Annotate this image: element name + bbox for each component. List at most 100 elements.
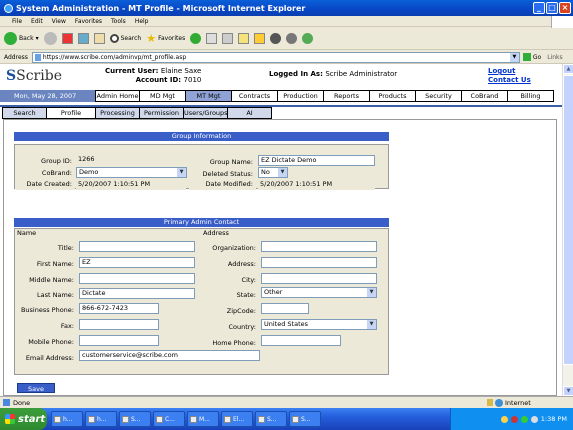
- scroll-up-icon[interactable]: ▲: [563, 64, 573, 74]
- go-button[interactable]: Go: [522, 53, 541, 61]
- taskbar-item[interactable]: S...: [255, 411, 287, 427]
- tray-icon[interactable]: [520, 415, 528, 423]
- address-input[interactable]: [261, 257, 377, 268]
- taskbar-item[interactable]: El...: [221, 411, 253, 427]
- menu-edit[interactable]: Edit: [31, 18, 43, 25]
- profile-content: Group Information Group ID: 1266 Group N…: [3, 119, 557, 396]
- web-page: SScribe Current User: Elaine Saxe Accoun…: [0, 64, 562, 396]
- home-icon[interactable]: [93, 33, 105, 44]
- first-name-input[interactable]: EZ: [79, 257, 195, 268]
- email-label: Email Address:: [15, 353, 77, 364]
- tab-processing[interactable]: Processing: [95, 107, 140, 119]
- taskbar-item[interactable]: h...: [85, 411, 117, 427]
- city-input[interactable]: [261, 273, 377, 284]
- tab-md-mgt[interactable]: MD Mgt: [139, 90, 186, 102]
- research-icon[interactable]: [286, 33, 298, 44]
- window-icon: [292, 415, 299, 423]
- search-button[interactable]: Search: [109, 34, 141, 43]
- taskbar-item[interactable]: C...: [153, 411, 185, 427]
- tab-ai[interactable]: AI: [227, 107, 272, 119]
- home-phone-label: Home Phone:: [201, 338, 259, 349]
- group-name-input[interactable]: EZ Dictate Demo: [258, 155, 375, 166]
- tab-security[interactable]: Security: [415, 90, 462, 102]
- tray-icon[interactable]: [510, 415, 518, 423]
- window-icon: [190, 415, 197, 423]
- forward-button[interactable]: [43, 32, 57, 45]
- window-icon: [122, 415, 129, 423]
- deleted-status-select[interactable]: No ▼: [258, 167, 288, 178]
- chevron-down-icon[interactable]: ▼: [509, 52, 519, 62]
- history-icon[interactable]: [190, 33, 202, 44]
- taskbar-item[interactable]: S...: [289, 411, 321, 427]
- address-column-header: Address: [201, 229, 386, 238]
- tab-mt-mgt[interactable]: MT Mgt: [185, 90, 232, 102]
- windows-logo-icon: [551, 16, 573, 28]
- back-button[interactable]: Back ▾: [4, 32, 39, 45]
- organization-input[interactable]: [261, 241, 377, 252]
- discuss-icon[interactable]: [254, 33, 266, 44]
- mobile-phone-label: Mobile Phone:: [15, 337, 77, 348]
- people-icon[interactable]: [302, 33, 314, 44]
- email-input[interactable]: customerservice@scribe.com: [79, 350, 260, 361]
- windows-taskbar: start h... h... S... C... M... El... S..…: [0, 408, 573, 430]
- taskbar-item[interactable]: M...: [187, 411, 219, 427]
- zipcode-input[interactable]: [261, 303, 309, 314]
- tab-production[interactable]: Production: [277, 90, 324, 102]
- title-input[interactable]: [79, 241, 195, 252]
- logout-link[interactable]: Logout: [488, 67, 531, 76]
- mobile-phone-input[interactable]: [79, 335, 159, 346]
- links-button[interactable]: Links: [547, 54, 562, 61]
- minimize-button[interactable]: _: [533, 2, 545, 14]
- vertical-scrollbar[interactable]: ▲ ▼: [562, 64, 573, 396]
- home-phone-input[interactable]: [261, 335, 341, 346]
- stop-icon[interactable]: [61, 33, 73, 44]
- taskbar-item[interactable]: S...: [119, 411, 151, 427]
- tab-cobrand[interactable]: CoBrand: [461, 90, 508, 102]
- current-user-name: Elaine Saxe: [160, 67, 202, 75]
- volume-icon[interactable]: [530, 415, 538, 423]
- mail-icon[interactable]: [206, 33, 218, 44]
- scroll-thumb[interactable]: [563, 75, 573, 365]
- search-icon: [109, 34, 119, 43]
- tab-permission[interactable]: Permission: [139, 107, 184, 119]
- print-icon[interactable]: [222, 33, 234, 44]
- menu-help[interactable]: Help: [135, 18, 149, 25]
- menu-favorites[interactable]: Favorites: [75, 18, 102, 25]
- close-button[interactable]: ×: [559, 2, 571, 14]
- tab-search[interactable]: Search: [2, 107, 47, 119]
- menu-file[interactable]: File: [12, 18, 22, 25]
- maximize-button[interactable]: □: [546, 2, 558, 14]
- menu-tools[interactable]: Tools: [111, 18, 126, 25]
- business-phone-input[interactable]: 866-672-7423: [79, 303, 159, 314]
- fax-input[interactable]: [79, 319, 159, 330]
- middle-name-input[interactable]: [79, 273, 195, 284]
- tab-contracts[interactable]: Contracts: [231, 90, 278, 102]
- address-input[interactable]: https://www.scribe.com/adminvp/mt_profil…: [31, 51, 520, 63]
- edit-icon[interactable]: [238, 33, 250, 44]
- tab-users-groups[interactable]: Users/Groups: [183, 107, 228, 119]
- taskbar-item[interactable]: h...: [51, 411, 83, 427]
- country-select[interactable]: United States ▼: [261, 319, 377, 330]
- scroll-down-icon[interactable]: ▼: [563, 386, 573, 396]
- state-label: State:: [201, 290, 259, 301]
- refresh-icon[interactable]: [77, 33, 89, 44]
- state-select[interactable]: Other ▼: [261, 287, 377, 298]
- cobrand-select[interactable]: Demo ▼: [76, 167, 187, 178]
- contact-us-link[interactable]: Contact Us: [488, 76, 531, 85]
- save-button[interactable]: Save: [17, 383, 55, 393]
- tab-admin-home[interactable]: Admin Home: [95, 90, 140, 102]
- tab-products[interactable]: Products: [369, 90, 416, 102]
- tab-billing[interactable]: Billing: [507, 90, 554, 102]
- tab-profile[interactable]: Profile: [46, 107, 96, 119]
- start-button[interactable]: start: [0, 408, 47, 430]
- tray-icon[interactable]: [500, 415, 508, 423]
- tab-reports[interactable]: Reports: [323, 90, 370, 102]
- back-arrow-icon: [4, 32, 17, 45]
- cobrand-label: CoBrand:: [15, 168, 75, 179]
- favorites-button[interactable]: ★ Favorites: [146, 32, 185, 45]
- sub-nav: Search Profile Processing Permission Use…: [0, 105, 562, 119]
- messenger-icon[interactable]: [270, 33, 282, 44]
- menu-view[interactable]: View: [52, 18, 66, 25]
- fax-label: Fax:: [15, 321, 77, 332]
- last-name-input[interactable]: Dictate: [79, 288, 195, 299]
